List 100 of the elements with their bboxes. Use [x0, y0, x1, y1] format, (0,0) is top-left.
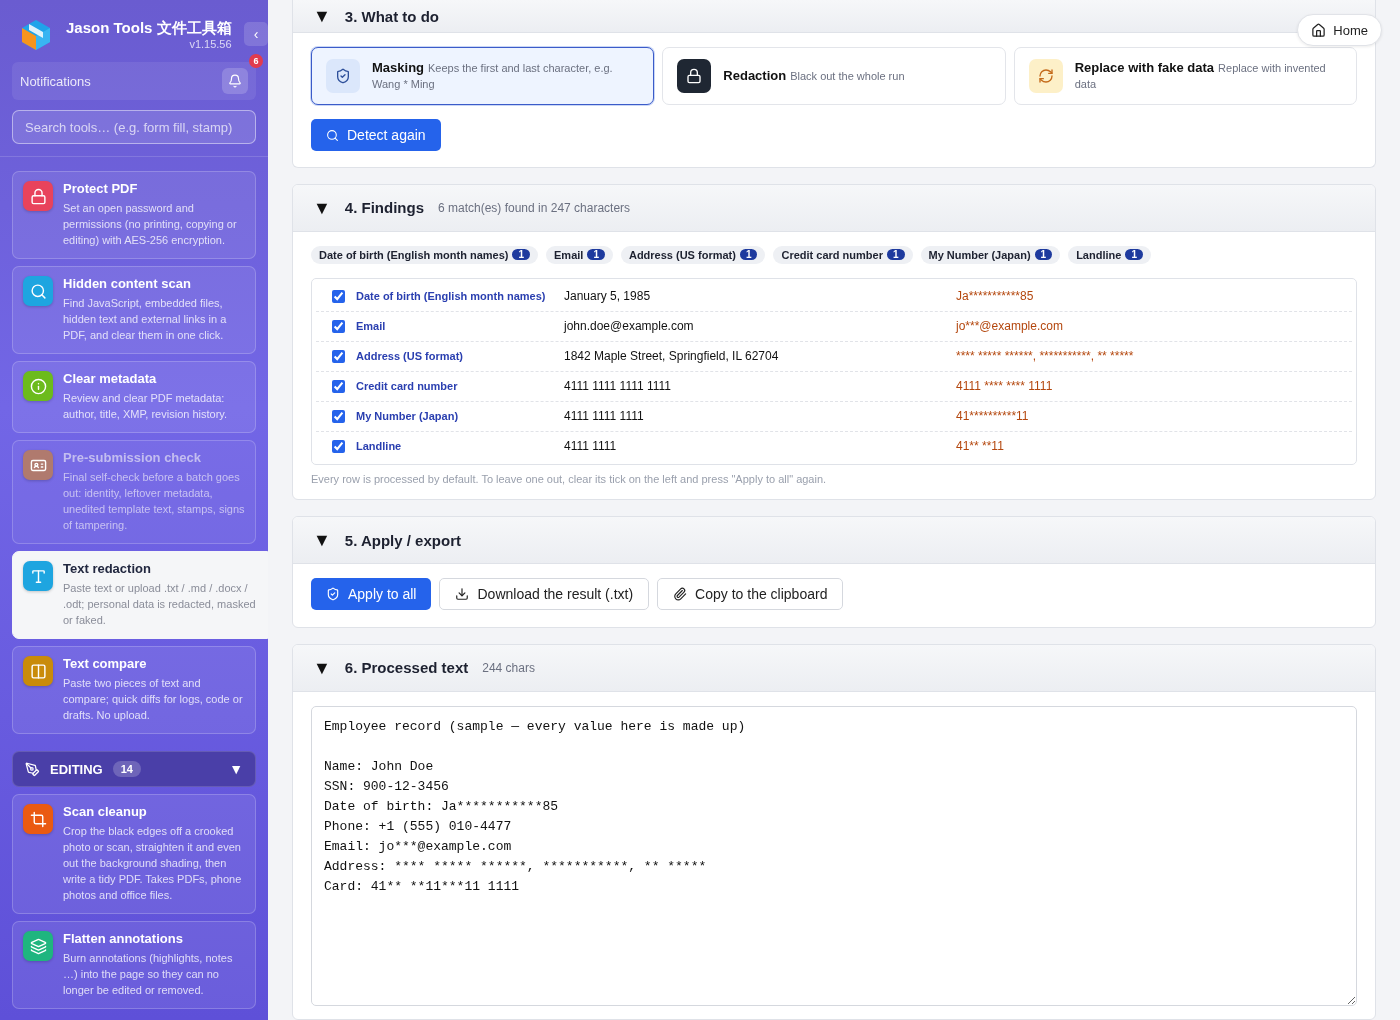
- category-chip: Landline 1: [1068, 245, 1151, 264]
- tool-card[interactable]: Text redaction Paste text or upload .txt / .md / .docx / .odt; personal data is redacted, masked or faked.: [12, 551, 268, 639]
- masked-cell-text: **** ***** ******, ***********, ** *****: [956, 349, 1135, 364]
- mode-option[interactable]: Replace with fake data Replace with invented data: [1013, 47, 1357, 105]
- tool-description: Crop the black edges off a crooked photo or scan, straighten it and even out the background shading, then write a tidy PDF. Takes PDFs, phone photos and office files.: [63, 824, 243, 903]
- masked-cell-text: 4111 **** **** 1111: [956, 379, 1054, 394]
- row-checkbox[interactable]: [332, 439, 345, 453]
- original-cell-text: 4111 1111 1111: [564, 409, 645, 424]
- category-chip: Address (US format) 1: [620, 245, 766, 264]
- help-note: Every row is processed by default. To leave one out, clear its tick on the left and press "Apply to all" again.: [311, 472, 827, 485]
- shield-icon: [326, 59, 360, 93]
- type-cell-text: Landline: [356, 440, 403, 453]
- tool-description: Set an open password and permissions (no printing, copying or editing) with AES-256 encryption.: [63, 201, 238, 248]
- chip-count: 1: [886, 249, 905, 261]
- group-header[interactable]: EDITING 14 ▼: [12, 751, 256, 787]
- tool-card[interactable]: Scan cleanup Crop the black edges off a crooked photo or scan, straighten it and even out the background shading, then write a tidy PDF. Takes PDFs, phone photos and office files.: [12, 794, 256, 914]
- search-field[interactable]: Search tools… (e.g. form fill, stamp): [12, 110, 256, 144]
- row-checkbox[interactable]: [332, 409, 345, 423]
- group-count: 14: [112, 761, 141, 777]
- chip-count: 1: [739, 249, 758, 261]
- app-title: Jason Tools 文件工具箱: [66, 18, 232, 38]
- search-icon: [326, 128, 339, 142]
- type-cell-text: Email: [356, 320, 387, 333]
- shield-icon: [326, 587, 340, 601]
- chip-count: 1: [1034, 249, 1053, 261]
- action-button[interactable]: Copy to the clipboard: [657, 578, 844, 610]
- tool-title: Scan cleanup: [63, 804, 148, 819]
- match-summary: 6 match(es) found in 247 characters: [438, 200, 631, 215]
- masked-cell-text: 41** **11: [956, 439, 1005, 454]
- refresh-icon: [1028, 59, 1063, 93]
- bell-icon: [228, 74, 242, 88]
- collapse-toggle[interactable]: ▼: [313, 7, 331, 25]
- tool-description: Paste two pieces of text and compare; quick diffs for logs, code or drafts. No upload.: [63, 676, 244, 723]
- padlock-icon: [677, 59, 712, 93]
- detect-button[interactable]: Detect again: [311, 119, 441, 151]
- tool-card[interactable]: Hidden content scan Find JavaScript, embedded files, hidden text and external links in a PDF, and clear them in one click.: [12, 266, 256, 354]
- tool-title: Text compare: [63, 656, 148, 671]
- chip-count: 1: [587, 249, 605, 261]
- tool-card[interactable]: Flatten annotations Burn annotations (highlights, notes …) into the page so they can no longer be edited or removed.: [12, 921, 256, 1009]
- tool-description: Burn annotations (highlights, notes …) into the page so they can no longer be edited or removed.: [63, 951, 234, 998]
- section-title: 3. What to do: [344, 7, 439, 25]
- type-cell-text: Credit card number: [356, 380, 459, 393]
- bell-button[interactable]: [222, 68, 248, 94]
- masked-cell-text: Ja***********85: [956, 289, 1035, 304]
- original-cell-text: January 5, 1985: [564, 289, 652, 304]
- category-chip: Email 1: [546, 245, 613, 264]
- tool-title: Protect PDF: [63, 181, 139, 196]
- type-cell-text: Date of birth (English month names): [356, 290, 547, 303]
- tool-description: Paste text or upload .txt / .md / .docx / .odt; personal data is redacted, masked or faked.: [63, 581, 257, 628]
- notifications-label: Notifications: [20, 73, 91, 89]
- type-cell-text: My Number (Japan): [356, 410, 460, 423]
- pen-icon: [25, 761, 40, 777]
- original-cell-text: john.doe@example.com: [564, 319, 695, 334]
- action-button[interactable]: Download the result (.txt): [439, 578, 650, 610]
- tool-description: Review and clear PDF metadata: author, title, XMP, revision history.: [63, 391, 229, 422]
- group-label: EDITING: [50, 761, 103, 777]
- tool-card[interactable]: Clear metadata Review and clear PDF metadata: author, title, XMP, revision history.: [12, 361, 256, 433]
- mode-option[interactable]: Redaction Black out the whole run: [662, 47, 1006, 105]
- char-count: 244 chars: [482, 660, 535, 675]
- expand-toggle: ▼: [229, 761, 243, 777]
- collapse-button[interactable]: ‹: [244, 22, 268, 46]
- output-text-field[interactable]: Employee record (sample — every value here is made up) Name: John Doe SSN: 900-12-3456 Date of birth: Ja***********85 Phone: +1 (555) 010-4477 Email: jo***@example.com Address: **** ***** ******, ***********, ** ***** Card: 41** **11***11 1111: [311, 705, 1357, 1006]
- section-title: 4. Findings: [344, 199, 424, 217]
- row-checkbox[interactable]: [332, 349, 345, 363]
- tool-description: Final self-check before a batch goes out: identity, leftover metadata, unedited template text, stamps, signs of tampering.: [63, 470, 245, 533]
- collapse-toggle[interactable]: ▼: [313, 658, 331, 677]
- tool-title: Clear metadata: [63, 371, 158, 386]
- section-title: 6. Processed text: [344, 659, 469, 677]
- original-cell-text: 1842 Maple Street, Springfield, IL 62704: [564, 349, 780, 364]
- section-title: 5. Apply / export: [344, 531, 461, 549]
- tool-title: Flatten annotations: [63, 931, 184, 946]
- tool-title: Hidden content scan: [63, 276, 192, 291]
- tool-card[interactable]: Protect PDF Set an open password and permissions (no printing, copying or editing) with AES-256 encryption.: [12, 171, 256, 259]
- original-cell-text: 4111 1111: [564, 439, 618, 454]
- home-button[interactable]: Home: [1297, 14, 1382, 46]
- masked-cell-text: jo***@example.com: [956, 319, 1064, 334]
- chip-count: 1: [512, 249, 530, 261]
- tool-description: Find JavaScript, embedded files, hidden text and external links in a PDF, and clear them in one click.: [63, 296, 228, 343]
- download-icon: [455, 587, 470, 601]
- version-label: v1.15.56: [189, 37, 232, 50]
- type-cell-text: Address (US format): [356, 350, 464, 363]
- original-cell-text: 4111 1111 1111 1111: [564, 379, 672, 394]
- category-chip: My Number (Japan) 1: [920, 245, 1061, 264]
- notification-count: 6: [249, 54, 263, 68]
- tool-title: Pre-submission check: [63, 450, 202, 465]
- masked-cell-text: 41**********11: [956, 409, 1030, 424]
- paperclip-icon: [673, 587, 688, 601]
- category-chip: Date of birth (English month names) 1: [311, 245, 538, 264]
- home-icon: [1311, 22, 1327, 38]
- row-checkbox[interactable]: [332, 379, 345, 393]
- collapse-toggle[interactable]: ▼: [313, 531, 331, 549]
- row-checkbox[interactable]: [332, 319, 345, 333]
- category-chip: Credit card number 1: [773, 245, 913, 264]
- row-checkbox[interactable]: [332, 289, 345, 303]
- chip-count: 1: [1125, 249, 1143, 261]
- tool-card[interactable]: Text compare Paste two pieces of text and compare; quick diffs for logs, code or drafts. No upload.: [12, 646, 256, 734]
- mode-option[interactable]: Masking Keeps the first and last character, e.g. Wang * Ming: [311, 47, 655, 105]
- action-button[interactable]: Apply to all: [311, 578, 432, 610]
- tool-title: Text redaction: [63, 561, 152, 576]
- collapse-toggle[interactable]: ▼: [313, 198, 331, 217]
